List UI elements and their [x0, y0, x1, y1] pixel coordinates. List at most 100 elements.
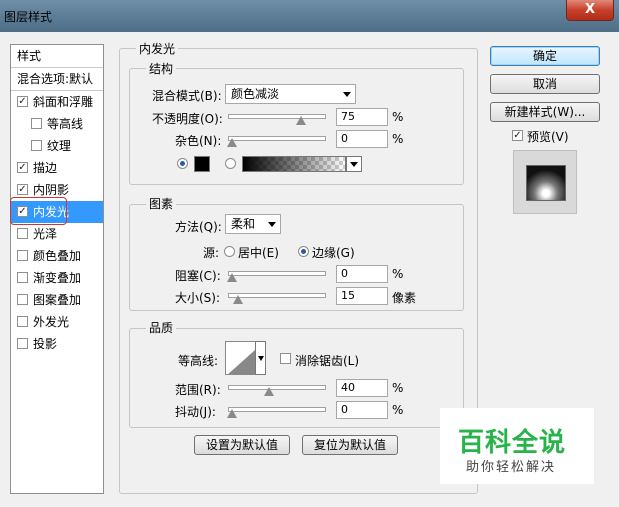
size-slider-thumb[interactable]: [232, 295, 243, 304]
blend-mode-value: 颜色减淡: [231, 87, 280, 101]
contour-dropdown[interactable]: [255, 341, 266, 375]
highlight-box: [10, 197, 67, 225]
ok-button[interactable]: 确定: [490, 46, 600, 66]
close-button[interactable]: X: [566, 0, 614, 21]
blend-mode-label: 混合模式(B):: [152, 89, 222, 103]
noise-slider-thumb[interactable]: [227, 138, 237, 147]
source-center-radio[interactable]: [224, 246, 235, 257]
style-item-label: 外发光: [33, 315, 70, 329]
opacity-label: 不透明度(O):: [152, 112, 223, 126]
cancel-button[interactable]: 取消: [490, 74, 600, 94]
style-item-checkbox[interactable]: [31, 140, 42, 151]
title-bar: 图层样式 X: [0, 0, 619, 32]
source-edge-label[interactable]: 边缘(G): [312, 244, 355, 261]
style-item-checkbox[interactable]: [17, 250, 28, 261]
choke-input[interactable]: 0: [336, 265, 388, 283]
style-item[interactable]: 投影: [11, 333, 103, 355]
solid-color-radio[interactable]: [177, 158, 188, 169]
size-slider[interactable]: [228, 293, 326, 298]
size-input[interactable]: 15: [336, 287, 388, 305]
range-input[interactable]: 40: [336, 379, 388, 397]
watermark-subtitle: 助你轻松解决: [466, 460, 557, 475]
elements-title: 图素: [146, 195, 177, 212]
window-title: 图层样式: [4, 10, 53, 24]
opacity-slider[interactable]: [228, 114, 326, 119]
preview-label[interactable]: 预览(V): [527, 128, 569, 145]
preview-checkbox[interactable]: ✓: [512, 130, 523, 141]
quality-title: 品质: [146, 319, 177, 336]
gradient-dropdown[interactable]: [346, 156, 362, 172]
source-center-label[interactable]: 居中(E): [238, 244, 279, 261]
method-label: 方法(Q):: [175, 220, 222, 234]
chevron-down-icon: [268, 222, 276, 227]
style-item-checkbox[interactable]: [17, 338, 28, 349]
size-label: 大小(S):: [175, 291, 221, 305]
style-item-checkbox[interactable]: ✓: [17, 96, 28, 107]
style-item[interactable]: 光泽: [11, 223, 103, 245]
close-icon: X: [584, 2, 596, 17]
style-item-label: 投影: [33, 337, 58, 351]
range-slider-thumb[interactable]: [263, 387, 274, 396]
style-item[interactable]: ✓ 斜面和浮雕: [11, 91, 103, 113]
style-item-label: 光泽: [33, 227, 58, 241]
style-item-checkbox[interactable]: ✓: [17, 162, 28, 173]
style-item-label: 等高线: [47, 117, 84, 131]
new-style-button[interactable]: 新建样式(W)...: [490, 102, 600, 122]
opacity-slider-thumb[interactable]: [296, 116, 306, 125]
style-item-checkbox[interactable]: [17, 316, 28, 327]
style-item[interactable]: 外发光: [11, 311, 103, 333]
jitter-label: 抖动(J):: [175, 405, 216, 419]
antialias-label[interactable]: 消除锯齿(L): [295, 352, 359, 369]
noise-input[interactable]: 0: [336, 130, 388, 148]
antialias-checkbox[interactable]: [280, 353, 291, 364]
glow-color-swatch[interactable]: [194, 156, 210, 172]
opacity-input[interactable]: 75: [336, 108, 388, 126]
style-item[interactable]: 等高线: [11, 113, 103, 135]
range-label: 范围(R):: [175, 383, 221, 397]
noise-label: 杂色(N):: [175, 134, 222, 148]
source-label: 源:: [203, 246, 220, 260]
opacity-unit: %: [392, 110, 404, 124]
blend-options-item[interactable]: 混合选项:默认: [11, 68, 103, 90]
choke-slider[interactable]: [228, 271, 326, 276]
style-item-checkbox[interactable]: ✓: [17, 184, 28, 195]
method-value: 柔和: [231, 217, 256, 231]
style-item-checkbox[interactable]: [31, 118, 42, 129]
reset-default-button[interactable]: 复位为默认值: [302, 435, 398, 455]
chevron-down-icon: [343, 92, 351, 97]
range-unit: %: [392, 381, 404, 395]
range-slider[interactable]: [228, 385, 326, 390]
style-list-header[interactable]: 样式: [11, 45, 103, 67]
watermark-title: 百科全说: [458, 428, 567, 458]
style-item[interactable]: 颜色叠加: [11, 245, 103, 267]
jitter-unit: %: [392, 403, 404, 417]
noise-unit: %: [392, 132, 404, 146]
style-item[interactable]: 图案叠加: [11, 289, 103, 311]
style-item[interactable]: 纹理: [11, 135, 103, 157]
jitter-slider[interactable]: [228, 407, 326, 412]
choke-slider-thumb[interactable]: [227, 273, 237, 282]
structure-title: 结构: [146, 60, 177, 77]
style-item-checkbox[interactable]: [17, 294, 28, 305]
style-item-label: 渐变叠加: [33, 271, 82, 285]
chevron-down-icon: [350, 162, 358, 167]
jitter-input[interactable]: 0: [336, 401, 388, 419]
style-item-label: 图案叠加: [33, 293, 82, 307]
source-edge-radio[interactable]: [298, 246, 309, 257]
style-item-label: 颜色叠加: [33, 249, 82, 263]
gradient-radio[interactable]: [225, 158, 236, 169]
style-preview: [513, 150, 577, 214]
set-default-button[interactable]: 设置为默认值: [194, 435, 290, 455]
blend-mode-select[interactable]: 颜色减淡: [225, 84, 356, 104]
style-item[interactable]: ✓ 描边: [11, 157, 103, 179]
jitter-slider-thumb[interactable]: [227, 409, 237, 418]
method-select[interactable]: 柔和: [225, 214, 281, 234]
choke-label: 阻塞(C):: [175, 269, 221, 283]
style-item-label: 描边: [33, 161, 58, 175]
style-item-checkbox[interactable]: [17, 272, 28, 283]
style-item-checkbox[interactable]: [17, 228, 28, 239]
noise-slider[interactable]: [228, 136, 326, 141]
glow-gradient-swatch[interactable]: [242, 156, 346, 172]
contour-label: 等高线:: [178, 354, 219, 368]
style-item[interactable]: 渐变叠加: [11, 267, 103, 289]
